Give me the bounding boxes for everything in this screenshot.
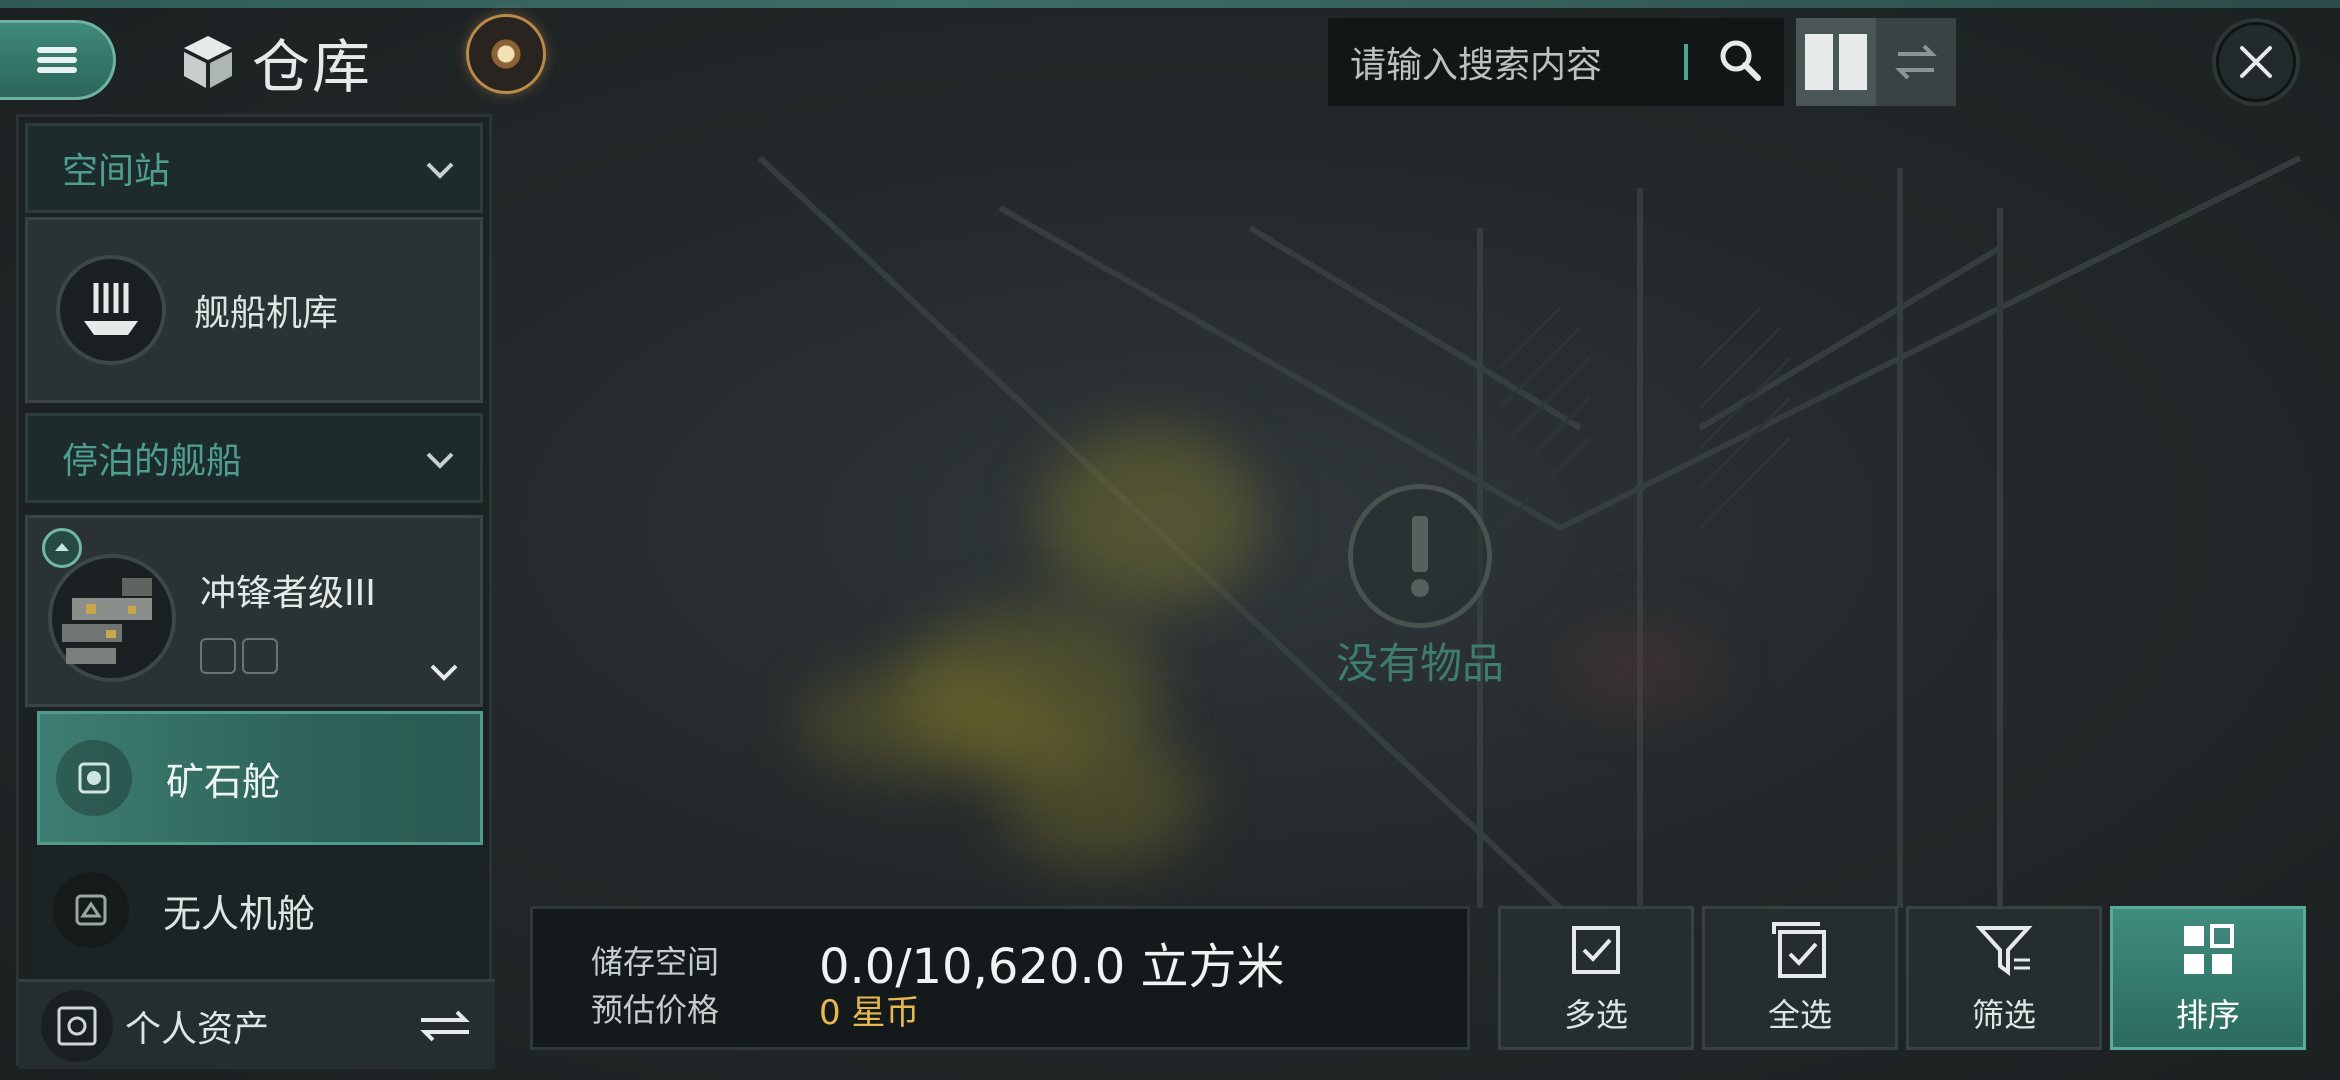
filter-button[interactable]: 筛选 bbox=[1906, 906, 2102, 1050]
grid-icon bbox=[2184, 924, 2234, 974]
filter-label: 筛选 bbox=[1971, 996, 2036, 1034]
chevron-down-icon[interactable] bbox=[424, 650, 464, 690]
drone-bay-icon bbox=[242, 638, 278, 674]
section-space-station-label: 空间站 bbox=[62, 151, 171, 192]
section-docked-ships-label: 停泊的舰船 bbox=[62, 441, 243, 482]
multi-select-button[interactable]: 多选 bbox=[1498, 906, 1694, 1050]
estimated-price-value: 0 星币 bbox=[819, 993, 920, 1033]
docked-ship-item[interactable]: 冲锋者级III bbox=[25, 515, 483, 707]
drone-bay-icon bbox=[53, 872, 129, 948]
filter-icon bbox=[1975, 926, 2033, 976]
storage-space-label: 储存空间 bbox=[591, 943, 720, 981]
hangar-icon bbox=[56, 255, 166, 365]
sort-label: 排序 bbox=[2175, 996, 2240, 1034]
sidebar-item-ore-hold[interactable]: 矿石舱 bbox=[37, 711, 483, 845]
select-all-icon bbox=[1772, 922, 1826, 978]
safe-icon bbox=[41, 989, 113, 1062]
ore-hold-icon bbox=[56, 740, 132, 816]
top-accent-line bbox=[0, 0, 2340, 8]
exclamation-icon bbox=[1348, 484, 1492, 628]
estimated-price-label: 预估价格 bbox=[591, 991, 720, 1029]
sidebar: 空间站 舰船机库 停泊的舰船 冲锋者级III 矿石舱 无人机舱 个人资产 bbox=[16, 114, 495, 1069]
close-icon bbox=[2240, 46, 2272, 78]
chevron-down-icon bbox=[426, 452, 454, 469]
switch-icon[interactable] bbox=[415, 1006, 475, 1046]
menu-button[interactable] bbox=[0, 20, 116, 100]
sidebar-item-label: 矿石舱 bbox=[166, 759, 281, 804]
checkbox-icon bbox=[1572, 926, 1620, 974]
arrow-up-icon bbox=[42, 528, 82, 568]
select-all-button[interactable]: 全选 bbox=[1702, 906, 1898, 1050]
empty-state: 没有物品 bbox=[1336, 484, 1504, 688]
page-header: 仓库 bbox=[180, 22, 372, 102]
swap-icon[interactable] bbox=[1876, 18, 1956, 106]
empty-state-label: 没有物品 bbox=[1335, 639, 1504, 688]
section-docked-ships[interactable]: 停泊的舰船 bbox=[25, 413, 483, 503]
ship-thumbnail bbox=[48, 554, 176, 682]
section-space-station[interactable]: 空间站 bbox=[25, 123, 483, 213]
personal-assets-button[interactable]: 个人资产 bbox=[19, 979, 495, 1069]
search-input[interactable]: 请输入搜索内容 bbox=[1350, 36, 1684, 88]
menu-icon bbox=[36, 43, 77, 77]
cube-icon bbox=[184, 36, 232, 88]
sidebar-item-label: 无人机舱 bbox=[163, 891, 316, 936]
page-title: 仓库 bbox=[252, 33, 373, 101]
ship-hold-icons bbox=[200, 638, 278, 674]
sidebar-item-drone-bay[interactable]: 无人机舱 bbox=[37, 845, 483, 975]
search-icon[interactable] bbox=[1712, 32, 1772, 92]
search-bar[interactable]: 请输入搜索内容 bbox=[1328, 18, 1784, 106]
text-cursor bbox=[1684, 44, 1688, 80]
close-button[interactable] bbox=[2216, 22, 2296, 102]
multi-select-label: 多选 bbox=[1563, 996, 1628, 1034]
sidebar-item-label: 舰船机库 bbox=[194, 293, 339, 334]
storage-info-panel: 储存空间 预估价格 0.0/10,620.0 立方米 0 星币 bbox=[530, 906, 1470, 1050]
grid-view-icon[interactable] bbox=[1796, 18, 1876, 106]
radar-icon[interactable] bbox=[466, 14, 546, 94]
ship-name: 冲锋者级III bbox=[200, 573, 376, 614]
ore-hold-icon bbox=[200, 638, 236, 674]
view-toggle[interactable] bbox=[1796, 18, 1956, 106]
sort-button[interactable]: 排序 bbox=[2110, 906, 2306, 1050]
sidebar-item-ship-hangar[interactable]: 舰船机库 bbox=[25, 217, 483, 403]
chevron-down-icon bbox=[426, 162, 454, 179]
select-all-label: 全选 bbox=[1767, 996, 1832, 1034]
personal-assets-label: 个人资产 bbox=[125, 1008, 270, 1050]
